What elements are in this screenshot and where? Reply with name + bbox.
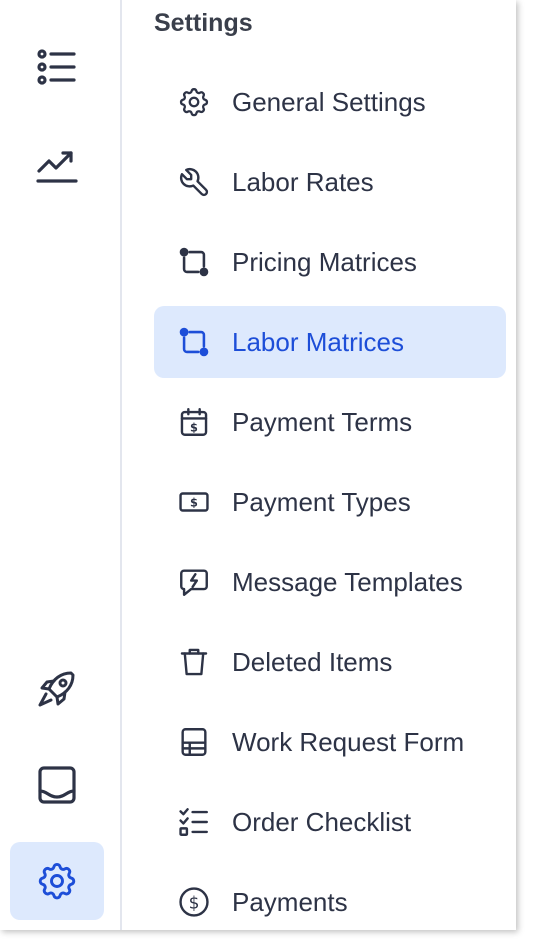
settings-item-labor-rates[interactable]: Labor Rates bbox=[154, 146, 506, 218]
checklist-icon bbox=[176, 804, 212, 840]
settings-item-general[interactable]: General Settings bbox=[154, 66, 506, 138]
settings-item-label: Deleted Items bbox=[232, 646, 393, 677]
trending-up-icon bbox=[36, 151, 78, 183]
settings-item-label: General Settings bbox=[232, 86, 426, 117]
settings-item-work-request-form[interactable]: Work Request Form bbox=[154, 706, 506, 778]
settings-item-pricing-matrices[interactable]: Pricing Matrices bbox=[154, 226, 506, 298]
trash-icon bbox=[176, 644, 212, 680]
form-icon bbox=[176, 724, 212, 760]
settings-item-order-checklist[interactable]: Order Checklist bbox=[154, 786, 506, 858]
app-frame: Settings General Settings Labor Rates Pr… bbox=[0, 0, 516, 930]
settings-item-label: Message Templates bbox=[232, 566, 463, 597]
cash-icon: $ bbox=[176, 484, 212, 520]
settings-item-label: Pricing Matrices bbox=[232, 246, 417, 277]
wrench-icon bbox=[176, 164, 212, 200]
inbox-icon bbox=[38, 766, 76, 804]
svg-text:$: $ bbox=[190, 420, 198, 434]
list-icon bbox=[37, 49, 76, 85]
rail-item-inbox[interactable] bbox=[10, 746, 104, 824]
calendar-dollar-icon: $ bbox=[176, 404, 212, 440]
settings-item-label: Order Checklist bbox=[232, 806, 412, 837]
settings-item-payment-types[interactable]: $ Payment Types bbox=[154, 466, 506, 538]
settings-menu: General Settings Labor Rates Pricing Mat… bbox=[154, 66, 506, 930]
settings-title: Settings bbox=[154, 9, 253, 37]
matrix-icon bbox=[176, 244, 212, 280]
settings-item-label: Labor Matrices bbox=[232, 326, 404, 357]
settings-item-label: Payment Types bbox=[232, 486, 411, 517]
dollar-circle-icon: $ bbox=[176, 884, 212, 920]
settings-item-payment-terms[interactable]: $ Payment Terms bbox=[154, 386, 506, 458]
settings-item-label: Payments bbox=[232, 886, 348, 917]
gear-icon bbox=[38, 862, 76, 900]
rail-item-list[interactable] bbox=[10, 28, 104, 106]
settings-item-message-templates[interactable]: Message Templates bbox=[154, 546, 506, 618]
settings-item-label: Work Request Form bbox=[232, 726, 465, 757]
settings-item-labor-matrices[interactable]: Labor Matrices bbox=[154, 306, 506, 378]
matrix-icon bbox=[176, 324, 212, 360]
icon-rail bbox=[0, 0, 122, 930]
rocket-icon bbox=[38, 671, 75, 707]
settings-panel: Settings General Settings Labor Rates Pr… bbox=[122, 0, 516, 930]
settings-item-payments[interactable]: $ Payments bbox=[154, 866, 506, 930]
message-bolt-icon bbox=[176, 564, 212, 600]
gear-icon bbox=[176, 84, 212, 120]
svg-text:$: $ bbox=[190, 496, 198, 510]
rail-item-settings[interactable] bbox=[10, 842, 104, 920]
settings-item-label: Labor Rates bbox=[232, 166, 374, 197]
settings-item-deleted-items[interactable]: Deleted Items bbox=[154, 626, 506, 698]
svg-text:$: $ bbox=[189, 893, 200, 913]
rail-item-launch[interactable] bbox=[10, 650, 104, 728]
rail-item-reports[interactable] bbox=[10, 126, 104, 204]
settings-item-label: Payment Terms bbox=[232, 406, 413, 437]
